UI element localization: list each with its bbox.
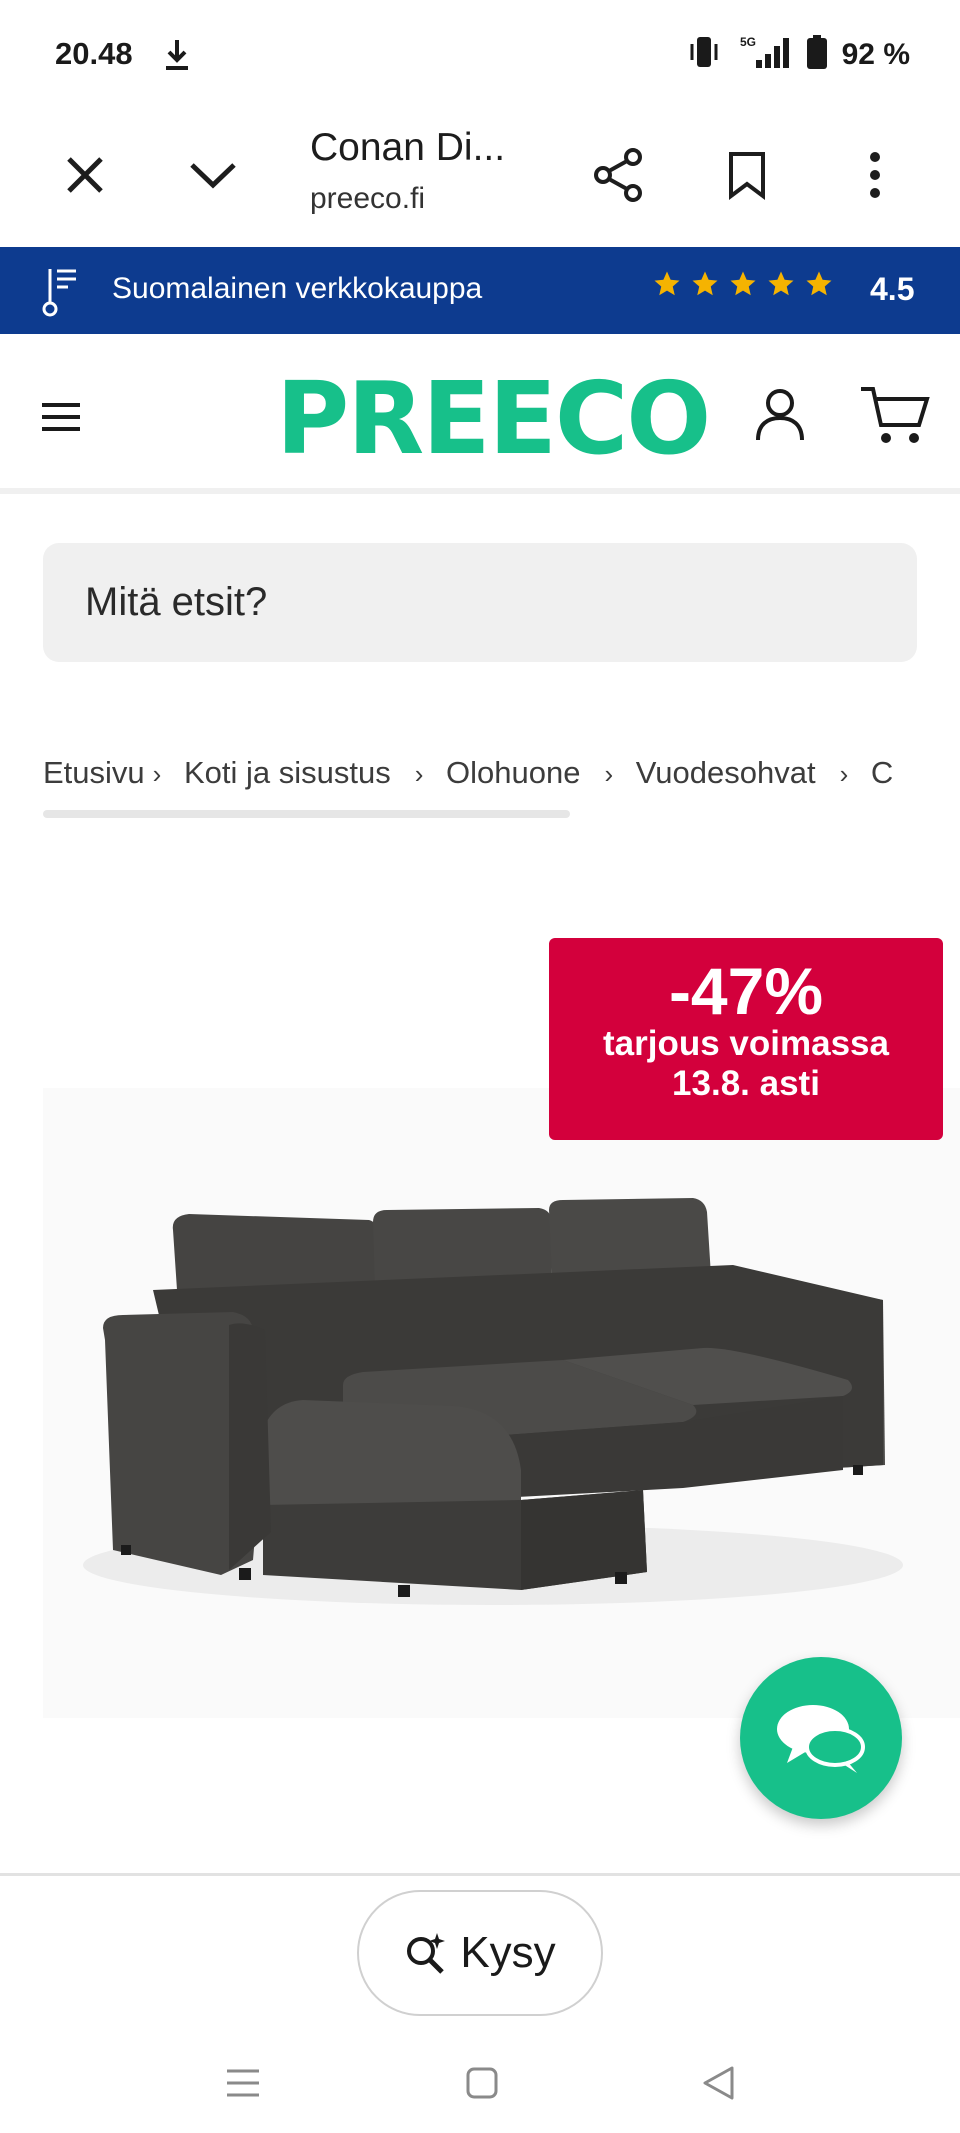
discount-valid-until: 13.8. asti — [672, 1064, 820, 1104]
trust-banner[interactable]: Suomalainen verkkokauppa 4.5 — [0, 247, 960, 334]
back-button[interactable] — [688, 2053, 748, 2113]
ask-button[interactable]: Kysy — [357, 1890, 603, 2016]
close-icon — [67, 157, 103, 193]
battery-text: 92 % — [841, 37, 910, 71]
recent-apps-button[interactable] — [213, 2053, 273, 2113]
search-input[interactable] — [43, 543, 917, 662]
rating-stars — [652, 269, 834, 299]
breadcrumb: Etusivu › Koti ja sisustus › Olohuone › Vuo… — [43, 755, 960, 815]
star-icon — [806, 271, 832, 296]
site-logo[interactable]: PREECO — [276, 360, 711, 477]
page-title: Conan Di... — [310, 126, 506, 169]
recent-apps-icon — [227, 2069, 259, 2097]
breadcrumb-item-vuodesohvat[interactable]: Vuodesohvat — [636, 755, 816, 791]
status-bar: 20.48 5G 92 % — [0, 0, 960, 110]
menu-button[interactable] — [28, 384, 94, 450]
ask-button-label: Kysy — [460, 1928, 556, 1977]
account-button[interactable] — [745, 380, 815, 450]
system-navigation-bar — [0, 2023, 960, 2133]
breadcrumb-separator: › — [414, 759, 424, 789]
star-icon — [692, 271, 718, 296]
breadcrumb-item-koti[interactable]: Koti ja sisustus — [184, 755, 391, 791]
back-triangle-icon — [703, 2066, 734, 2100]
discount-percent: -47% — [668, 954, 824, 1028]
star-icon — [654, 271, 680, 296]
minimize-button[interactable] — [178, 140, 248, 210]
signal-5g-icon: 5G — [734, 34, 792, 75]
hamburger-icon — [42, 403, 80, 431]
more-vert-icon — [870, 152, 880, 198]
trust-text: Suomalainen verkkokauppa — [112, 272, 483, 305]
product-image-sofa[interactable] — [43, 1170, 923, 1660]
ai-search-icon — [407, 1933, 446, 1974]
breadcrumb-separator: › — [839, 759, 849, 789]
bookmark-icon — [729, 152, 765, 200]
close-button[interactable] — [50, 140, 120, 210]
chevron-down-icon — [190, 163, 236, 189]
discount-badge: -47% tarjous voimassa 13.8. asti — [549, 938, 943, 1140]
battery-icon — [806, 34, 828, 75]
status-right: 5G 92 % — [688, 34, 910, 75]
star-icon — [730, 271, 756, 296]
breadcrumb-item-current[interactable]: C — [871, 755, 893, 791]
finnish-flag-icon — [42, 269, 76, 317]
share-icon — [594, 148, 642, 202]
breadcrumb-item-olohuone[interactable]: Olohuone — [446, 755, 580, 791]
vibrate-icon — [688, 34, 720, 75]
cart-button[interactable] — [855, 378, 935, 452]
status-time: 20.48 — [55, 36, 133, 71]
discount-offer-text: tarjous voimassa — [603, 1024, 889, 1063]
browser-toolbar: Conan Di... preeco.fi — [0, 110, 960, 245]
page-url: preeco.fi — [310, 182, 426, 215]
site-header: PREECO — [0, 334, 960, 494]
chat-bubbles-icon — [777, 1705, 865, 1773]
bookmark-button[interactable] — [712, 140, 782, 210]
bottom-action-bar: Kysy — [0, 1873, 960, 2023]
shopping-cart-icon — [861, 387, 930, 443]
share-button[interactable] — [584, 140, 654, 210]
home-button[interactable] — [452, 2053, 512, 2113]
breadcrumb-separator: › — [604, 759, 614, 789]
more-options-button[interactable] — [840, 140, 910, 210]
chat-button[interactable] — [740, 1657, 902, 1819]
breadcrumb-scrollbar[interactable] — [43, 810, 570, 818]
user-icon — [756, 389, 804, 441]
breadcrumb-item-home[interactable]: Etusivu — [43, 755, 145, 791]
svg-text:5G: 5G — [740, 35, 756, 49]
search-box — [43, 543, 917, 662]
breadcrumb-separator: › — [152, 759, 162, 789]
home-square-icon — [466, 2067, 498, 2099]
star-icon — [768, 271, 794, 296]
rating-value: 4.5 — [870, 271, 915, 307]
download-icon — [162, 38, 192, 77]
